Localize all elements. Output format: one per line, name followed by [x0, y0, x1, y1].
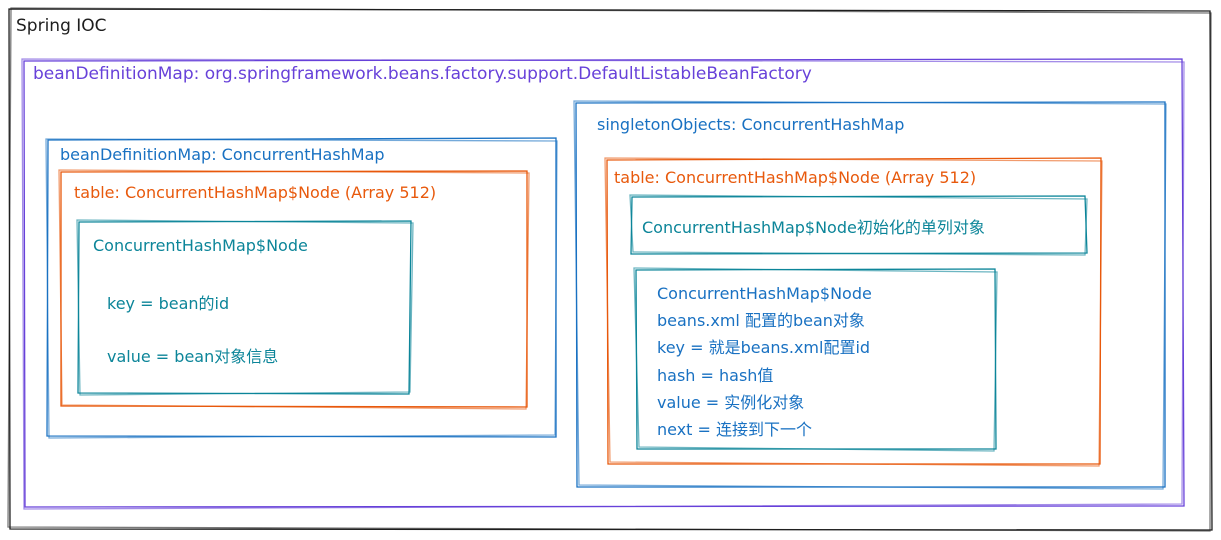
singleton-node-line: value = 实例化对象 [657, 392, 805, 412]
spring-ioc-title: Spring IOC [16, 16, 107, 36]
singleton-node-line: next = 连接到下一个 [657, 420, 813, 440]
singleton-node-line: ConcurrentHashMap$Node [657, 284, 872, 303]
singleton-node-line: beans.xml 配置的bean对象 [657, 311, 865, 331]
bean-definition-key-line: key = bean的id [107, 294, 230, 313]
bean-factory-title: beanDefinitionMap: org.springframework.b… [33, 64, 812, 84]
singleton-table-title: table: ConcurrentHashMap$Node (Array 512… [614, 168, 977, 187]
bean-definition-node-title: ConcurrentHashMap$Node [93, 236, 308, 255]
bean-definition-value-line: value = bean对象信息 [107, 347, 279, 366]
singleton-objects-title: singletonObjects: ConcurrentHashMap [597, 115, 905, 134]
bean-definition-table-title: table: ConcurrentHashMap$Node (Array 512… [74, 183, 437, 202]
init-note-text: ConcurrentHashMap$Node初始化的单列对象 [642, 218, 985, 237]
singleton-node-line: key = 就是beans.xml配置id [657, 338, 871, 358]
singleton-node-lines: ConcurrentHashMap$Node beans.xml 配置的bean… [657, 280, 872, 443]
singleton-node-line: hash = hash值 [657, 365, 774, 385]
bean-definition-map-title: beanDefinitionMap: ConcurrentHashMap [60, 145, 385, 164]
